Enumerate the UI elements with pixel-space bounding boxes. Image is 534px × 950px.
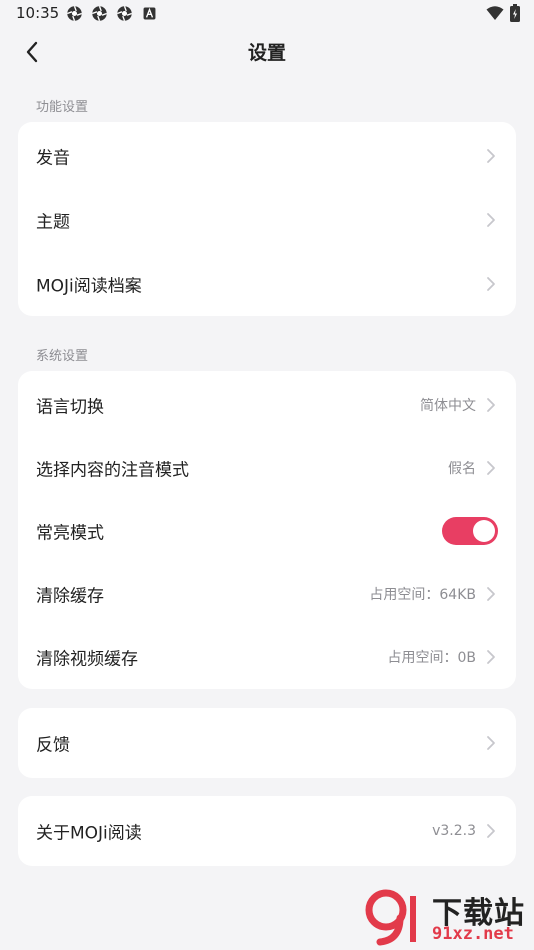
- a-letter-icon: [143, 7, 156, 20]
- header: 设置: [0, 28, 534, 76]
- row-label: 发音: [36, 148, 70, 169]
- chevron-right-icon: [487, 587, 495, 601]
- row-label: 常亮模式: [36, 523, 104, 544]
- section-label-system: 系统设置: [36, 349, 89, 364]
- chevron-right-icon: [487, 461, 495, 475]
- row-value: 占用空间：0B: [387, 650, 476, 666]
- row-label: 清除视频缓存: [36, 649, 138, 670]
- row-clear-video-cache[interactable]: 清除视频缓存 占用空间：0B: [18, 625, 516, 689]
- feedback-card: 反馈: [18, 708, 516, 778]
- row-label: 清除缓存: [36, 586, 104, 607]
- row-about[interactable]: 关于MOJi阅读 v3.2.3: [18, 799, 516, 863]
- watermark-logo-icon: [365, 889, 416, 946]
- chevron-right-icon: [487, 149, 495, 163]
- chevron-right-icon: [487, 824, 495, 838]
- wifi-icon: [486, 6, 504, 20]
- row-feedback[interactable]: 反馈: [18, 711, 516, 775]
- page-title: 设置: [247, 42, 286, 64]
- system-settings-card: 语言切换 简体中文 选择内容的注音模式 假名 常亮模式 清除缓存 占用空间：64…: [18, 371, 516, 689]
- section-label-function: 功能设置: [36, 100, 89, 115]
- battery-icon: [510, 4, 520, 22]
- row-label: 反馈: [36, 735, 70, 756]
- toggle-knob: [473, 520, 495, 542]
- row-language[interactable]: 语言切换 简体中文: [18, 373, 516, 437]
- watermark: 下载站 91xz.net: [360, 884, 530, 948]
- row-annotation-mode[interactable]: 选择内容的注音模式 假名: [18, 436, 516, 500]
- aperture-icon: [92, 6, 107, 21]
- row-label: MOJi阅读档案: [36, 276, 142, 297]
- row-value: v3.2.3: [432, 823, 476, 839]
- status-time: 10:35: [16, 4, 60, 22]
- chevron-right-icon: [487, 277, 495, 291]
- row-pronunciation[interactable]: 发音: [18, 124, 516, 188]
- about-card: 关于MOJi阅读 v3.2.3: [18, 796, 516, 866]
- row-label: 关于MOJi阅读: [36, 823, 142, 844]
- row-value: 假名: [448, 461, 476, 477]
- watermark-url: 91xz.net: [432, 924, 514, 944]
- chevron-right-icon: [487, 398, 495, 412]
- row-clear-cache[interactable]: 清除缓存 占用空间：64KB: [18, 562, 516, 626]
- aperture-icon: [117, 6, 132, 21]
- system-icons: [486, 4, 520, 22]
- row-reading-archive[interactable]: MOJi阅读档案: [18, 252, 516, 316]
- row-value: 简体中文: [420, 398, 476, 414]
- row-label: 主题: [36, 212, 70, 233]
- status-bar: 10:35: [0, 0, 534, 28]
- aperture-icon: [67, 6, 82, 21]
- keep-screen-on-toggle[interactable]: [442, 517, 498, 545]
- chevron-right-icon: [487, 650, 495, 664]
- row-label: 选择内容的注音模式: [36, 460, 189, 481]
- row-value: 占用空间：64KB: [369, 587, 476, 603]
- chevron-right-icon: [487, 213, 495, 227]
- notification-icons: [66, 5, 158, 22]
- function-settings-card: 发音 主题 MOJi阅读档案: [18, 122, 516, 316]
- row-keep-screen-on: 常亮模式: [18, 499, 516, 563]
- row-theme[interactable]: 主题: [18, 188, 516, 252]
- chevron-right-icon: [487, 736, 495, 750]
- row-label: 语言切换: [36, 397, 104, 418]
